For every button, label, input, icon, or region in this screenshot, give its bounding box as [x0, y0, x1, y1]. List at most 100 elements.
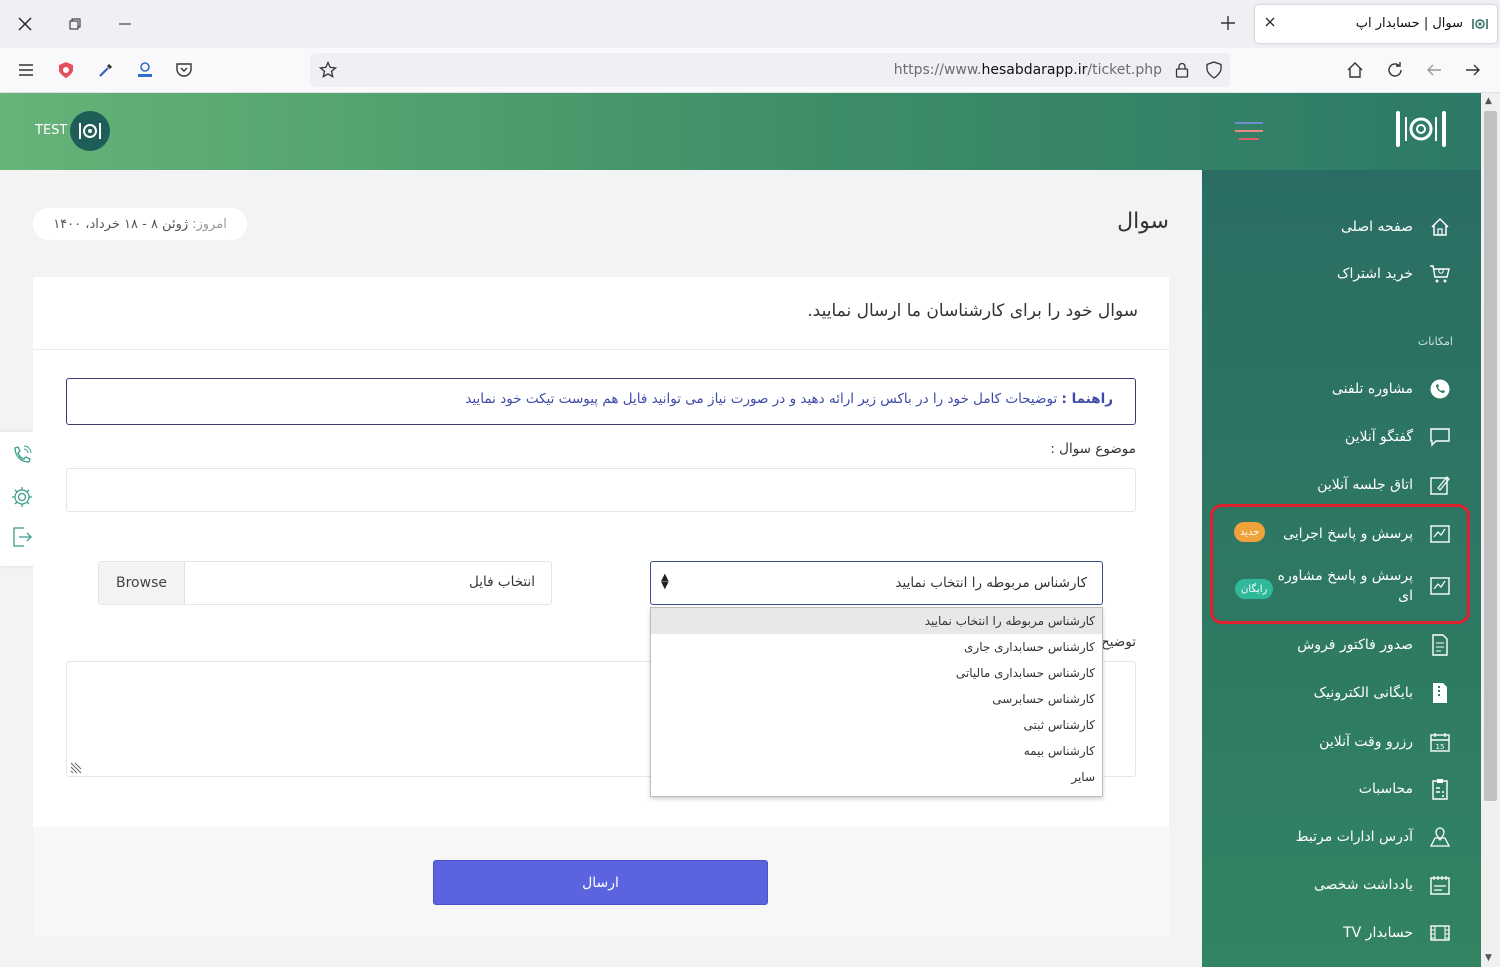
sidebar-toggle-icon[interactable]	[1235, 121, 1263, 141]
window-restore-icon[interactable]	[62, 12, 88, 36]
sidebar-section-label: امکانات	[1417, 335, 1453, 348]
invoice-icon	[1429, 634, 1451, 656]
bookmark-star-icon[interactable]	[316, 58, 340, 82]
whatsapp-icon	[1429, 378, 1451, 400]
sidebar-item-invoice[interactable]: صدور فاکتور فروش	[1297, 627, 1451, 663]
lock-icon[interactable]	[1170, 58, 1194, 82]
dropdown-option[interactable]: کارشناس حسابرسی	[651, 686, 1102, 712]
window-close-icon[interactable]	[12, 12, 38, 36]
guide-text: توضیحات کامل خود را در باکس زیر ارائه ده…	[465, 391, 1058, 407]
select-arrows-icon: ▲ ▼	[661, 572, 669, 591]
sidebar-item-label: مشاوره تلفنی	[1331, 381, 1413, 397]
ticket-form-card: سوال خود را برای کارشناسان ما ارسال نمای…	[33, 277, 1169, 937]
guide-label: راهنما :	[1061, 391, 1114, 407]
sidebar-item-notes[interactable]: یادداشت شخصی	[1314, 867, 1451, 903]
file-picker-label: انتخاب فایل	[469, 574, 535, 590]
scroll-up-icon[interactable]: ▲	[1485, 96, 1492, 106]
sidebar-item-home[interactable]: صفحه اصلی	[1341, 209, 1451, 245]
description-label: توضیح	[1101, 634, 1136, 650]
highlight-annotation	[1210, 504, 1470, 624]
logout-icon[interactable]	[10, 525, 34, 549]
page-title: سوال	[1117, 209, 1169, 234]
forward-icon[interactable]	[1461, 58, 1485, 82]
sidebar-item-reservation[interactable]: رزرو وقت آنلاین 15	[1319, 724, 1451, 760]
film-icon	[1429, 922, 1451, 944]
browser-tab[interactable]: سوال | حسابدار اپ	[1255, 5, 1497, 43]
page-scrollbar[interactable]: ▲ ▼	[1481, 93, 1500, 967]
dropdown-option[interactable]: کارشناس ثبتی	[651, 712, 1102, 738]
browser-nav-bar: https://www.hesabdarapp.ir/ticket.php	[0, 48, 1500, 93]
avatar-logo-icon	[79, 123, 101, 139]
address-bar[interactable]: https://www.hesabdarapp.ir/ticket.php	[310, 53, 1230, 87]
sidebar-item-label: یادداشت شخصی	[1313, 877, 1413, 893]
sidebar-item-label: صدور فاکتور فروش	[1297, 637, 1413, 653]
expert-dropdown-list: کارشناس مربوطه را انتخاب نمایید کارشناس …	[650, 607, 1103, 797]
dropdown-option[interactable]: کارشناس بیمه	[651, 738, 1102, 764]
tracking-shield-icon[interactable]	[1202, 58, 1226, 82]
sidebar-item-online-chat[interactable]: گفتگو آنلاین	[1345, 419, 1451, 455]
meeting-icon	[1429, 474, 1451, 496]
subject-label: موضوع سوال :	[1050, 441, 1136, 457]
card-title: سوال خود را برای کارشناسان ما ارسال نمای…	[807, 301, 1138, 321]
dropdown-option[interactable]: کارشناس مربوطه را انتخاب نمایید	[651, 608, 1102, 634]
new-tab-icon[interactable]	[1220, 12, 1236, 37]
pocket-icon[interactable]	[172, 58, 196, 82]
sidebar-item-label: خرید اشتراک	[1336, 266, 1413, 282]
sidebar-item-meeting-room[interactable]: اتاق جلسه آنلاین	[1317, 467, 1451, 503]
top-header: TEST	[0, 93, 1481, 170]
user-avatar[interactable]	[70, 111, 110, 151]
sidebar-item-calculations[interactable]: محاسبات	[1359, 771, 1451, 807]
dropdown-option[interactable]: سایر	[651, 764, 1102, 790]
notes-icon	[1429, 874, 1451, 896]
archive-icon	[1429, 682, 1451, 704]
tab-title: سوال | حسابدار اپ	[1355, 16, 1463, 31]
dropdown-option[interactable]: کارشناس حسابداری مالیاتی	[651, 660, 1102, 686]
file-picker[interactable]: Browse انتخاب فایل	[98, 561, 552, 605]
home-nav-icon[interactable]	[1343, 58, 1367, 82]
settings-gear-icon[interactable]	[10, 485, 34, 509]
browse-button[interactable]: Browse	[99, 562, 185, 604]
resize-grip-icon[interactable]	[69, 760, 83, 774]
sidebar-item-tv[interactable]: حسابدار TV	[1343, 915, 1451, 951]
sidebar-item-label: اتاق جلسه آنلاین	[1317, 477, 1413, 493]
tab-close-icon[interactable]	[1265, 15, 1275, 31]
sidebar-item-archive[interactable]: بایگانی الکترونیک	[1314, 675, 1451, 711]
window-minimize-icon[interactable]	[112, 12, 138, 36]
expert-select-value: کارشناس مربوطه را انتخاب نمایید	[895, 575, 1087, 591]
scroll-down-icon[interactable]: ▼	[1485, 953, 1492, 963]
sidebar-item-label: حسابدار TV	[1343, 925, 1413, 941]
card-divider	[33, 349, 1169, 350]
cart-icon	[1429, 263, 1451, 285]
back-icon[interactable]	[1422, 58, 1446, 82]
submit-button[interactable]: ارسال	[433, 860, 768, 905]
calculator-icon	[1429, 778, 1451, 800]
sidebar-item-label: صفحه اصلی	[1340, 219, 1413, 235]
sidebar-item-label: محاسبات	[1358, 781, 1413, 797]
site-logo-icon[interactable]	[1394, 109, 1448, 149]
guide-box: راهنما : توضیحات کامل خود را در باکس زیر…	[66, 378, 1136, 425]
calendar-icon: 15	[1429, 731, 1451, 753]
chat-icon	[1429, 426, 1451, 448]
eyedropper-icon[interactable]	[94, 58, 118, 82]
sidebar-item-label: آدرس ادارات مرتبط	[1295, 829, 1413, 845]
browser-tab-bar: سوال | حسابدار اپ	[0, 0, 1500, 48]
url-text: https://www.hesabdarapp.ir/ticket.php	[893, 62, 1162, 78]
support-phone-icon[interactable]	[10, 443, 34, 467]
sidebar-item-offices[interactable]: آدرس ادارات مرتبط	[1296, 819, 1451, 855]
subject-input[interactable]	[66, 468, 1136, 512]
dropdown-option[interactable]: کارشناس حسابداری جاری	[651, 634, 1102, 660]
home-icon	[1429, 216, 1451, 238]
svg-text:15: 15	[1436, 743, 1445, 751]
sidebar-item-subscription[interactable]: خرید اشتراک	[1337, 256, 1451, 292]
scrollbar-thumb[interactable]	[1484, 111, 1497, 801]
expert-select[interactable]: کارشناس مربوطه را انتخاب نمایید ▲ ▼	[650, 561, 1103, 605]
date-label: امروز:	[192, 216, 227, 232]
sidebar-item-label: رزرو وقت آنلاین	[1319, 734, 1413, 750]
sidebar-item-label: گفتگو آنلاین	[1344, 429, 1413, 445]
shield-extension-icon[interactable]	[54, 58, 78, 82]
menu-icon[interactable]	[14, 58, 38, 82]
date-value: ژوئن ۸ - ۱۸ خرداد، ۱۴۰۰	[53, 216, 189, 232]
reload-icon[interactable]	[1383, 58, 1407, 82]
sidebar-item-phone-consult[interactable]: مشاوره تلفنی	[1332, 371, 1451, 407]
user-extension-icon[interactable]	[133, 58, 157, 82]
